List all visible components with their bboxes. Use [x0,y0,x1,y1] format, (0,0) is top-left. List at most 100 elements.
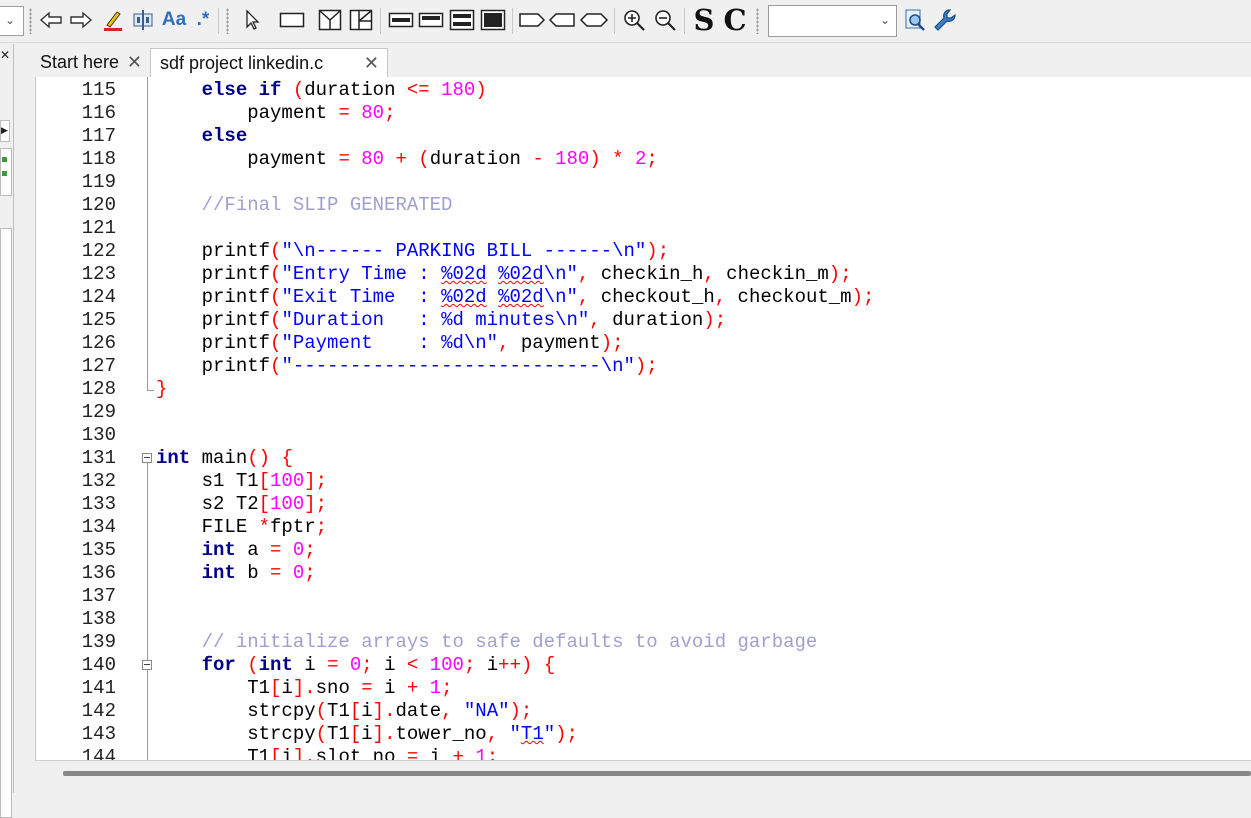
wrench-icon[interactable] [931,6,959,34]
line-number: 139 [81,631,116,653]
back-arrow-icon[interactable] [38,6,64,34]
tab-sdf-project[interactable]: sdf project linkedin.c ✕ [150,48,388,77]
play-icon[interactable]: ▶ [0,120,10,142]
code-line[interactable]: // initialize arrays to safe defaults to… [156,631,818,654]
box-cross-icon[interactable] [317,6,343,34]
code-line[interactable]: s2 T2[100]; [156,493,327,516]
rectangle-icon[interactable] [278,6,306,34]
code-line[interactable]: else [156,125,248,148]
code-line[interactable]: int main() { [156,447,293,470]
toolbar-separator [218,8,219,34]
line-number: 137 [81,585,116,607]
toolbar-grip[interactable] [29,8,32,34]
tree-view[interactable] [0,148,12,196]
tab-bar: Start here ✕ sdf project linkedin.c ✕ [28,44,1251,77]
horizontal-scrollbar[interactable] [35,760,1251,787]
tag-right-icon[interactable] [518,6,546,34]
line-number: 130 [81,424,116,446]
code-line[interactable]: else if (duration <= 180) [156,79,487,102]
split-bottom-icon[interactable] [480,6,506,34]
tab-label: Start here [40,52,120,72]
line-number: 141 [81,677,116,699]
left-dropdown[interactable]: ⌄ [0,6,24,36]
line-number: 144 [81,746,116,760]
line-number: 131 [81,447,116,469]
code-line[interactable]: int b = 0; [156,562,316,585]
tab-start-here[interactable]: Start here ✕ [28,48,150,77]
line-number: 135 [81,539,116,561]
line-number: 120 [81,194,116,216]
code-line[interactable]: printf("\n------ PARKING BILL ------\n")… [156,240,670,263]
code-line[interactable]: FILE *fptr; [156,516,327,539]
code-line[interactable]: printf("---------------------------\n"); [156,355,658,378]
tag-both-icon[interactable] [579,6,609,34]
line-number: 124 [81,286,116,308]
line-number: 123 [81,263,116,285]
code-line[interactable]: strcpy(T1[i].date, "NA"); [156,700,532,723]
code-line[interactable]: printf("Payment : %d\n", payment); [156,332,624,355]
toolbar-grip[interactable] [756,8,759,34]
line-number: 129 [81,401,116,423]
scrollbar-thumb[interactable] [63,771,1251,776]
code-line[interactable]: printf("Duration : %d minutes\n", durati… [156,309,727,332]
line-number: 119 [81,171,116,193]
toolbar-grip[interactable] [226,8,229,34]
line-number: 118 [81,148,116,170]
line-number: 122 [81,240,116,262]
chevron-down-icon[interactable]: ⌄ [880,13,890,27]
toolbar-separator [684,8,685,34]
code-line[interactable]: payment = 80; [156,102,395,125]
code-line[interactable]: } [156,378,167,401]
line-number: 128 [81,378,116,400]
c-button[interactable]: C [721,3,749,37]
code-line[interactable]: //Final SLIP GENERATED [156,194,453,217]
match-case-icon[interactable]: Aa [160,6,188,34]
select-pointer-icon[interactable] [238,6,264,34]
line-number: 117 [81,125,116,147]
node-icon [2,157,7,162]
code-line[interactable]: payment = 80 + (duration - 180) * 2; [156,148,658,171]
search-combo[interactable]: ⌄ [768,5,897,37]
line-number: 136 [81,562,116,584]
close-icon[interactable]: ✕ [127,52,142,73]
zoom-out-icon[interactable] [651,6,679,34]
box-slash-icon[interactable] [348,6,374,34]
forward-arrow-icon[interactable] [68,6,94,34]
close-icon[interactable]: ✕ [0,48,10,62]
zoom-in-icon[interactable] [620,6,648,34]
split-top-icon[interactable] [418,6,444,34]
fold-toggle[interactable] [142,453,152,463]
node-icon [2,171,7,176]
align-icon[interactable] [130,6,156,34]
code-line[interactable]: printf("Entry Time : %02d %02d\n", check… [156,263,852,286]
fold-toggle[interactable] [142,660,152,670]
line-number: 134 [81,516,116,538]
s-button[interactable]: S [690,3,718,37]
line-number: 126 [81,332,116,354]
code-line[interactable]: T1[i].slot_no = i + 1; [156,746,498,760]
code-line[interactable]: T1[i].sno = i + 1; [156,677,452,700]
code-line[interactable]: printf("Exit Time : %02d %02d\n", checko… [156,286,875,309]
find-icon[interactable] [902,6,928,34]
left-panel: ✕ ▶ [0,44,14,818]
toolbar-separator [380,8,381,34]
line-number: 138 [81,608,116,630]
toolbar-separator [512,8,513,34]
line-number: 132 [81,470,116,492]
code-editor[interactable]: 115 else if (duration <= 180) 116 payment… [35,77,1251,760]
close-icon[interactable]: ✕ [364,53,379,74]
code-line[interactable]: s1 T1[100]; [156,470,327,493]
code-line[interactable]: int a = 0; [156,539,316,562]
code-line[interactable]: for (int i = 0; i < 100; i++) { [156,654,556,677]
toolbar: ⌄ Aa .* S C ⌄ [0,0,1251,43]
chevron-down-icon: ⌄ [5,13,16,27]
line-number: 140 [81,654,116,676]
side-list[interactable] [0,228,12,818]
regex-icon[interactable]: .* [192,6,214,34]
split-mid-icon[interactable] [449,6,475,34]
split-h-icon[interactable] [388,6,414,34]
code-line[interactable]: strcpy(T1[i].tower_no, "T1"); [156,723,578,746]
highlight-pen-icon[interactable] [100,6,126,34]
line-number: 116 [81,102,116,124]
tag-left-icon[interactable] [548,6,576,34]
